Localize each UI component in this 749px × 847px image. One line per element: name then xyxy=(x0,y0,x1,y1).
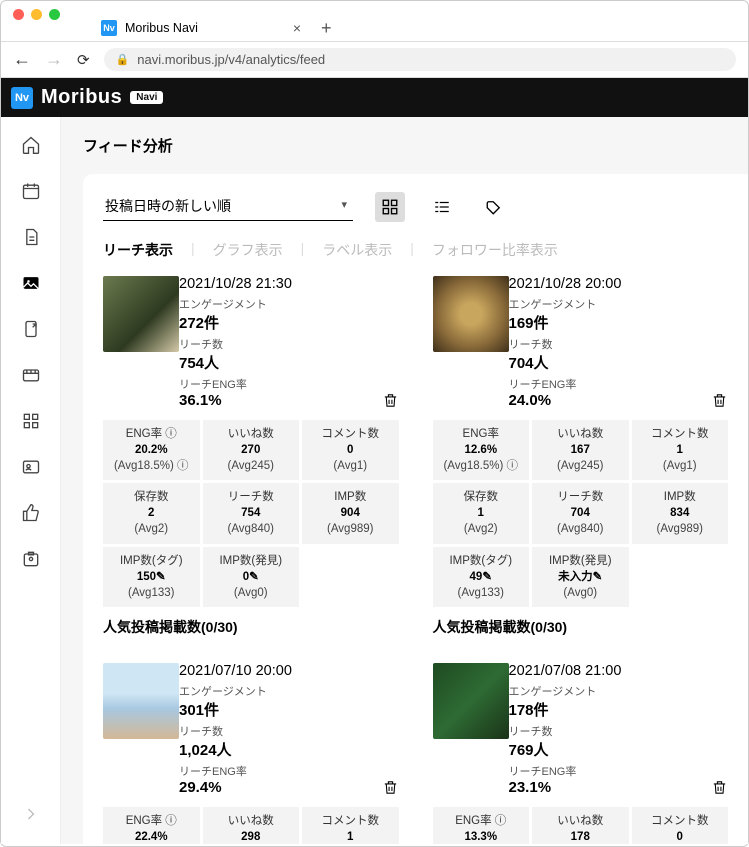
stat-cell: ENG率12.6%(Avg18.5%) ⓘ xyxy=(433,420,530,480)
stat-cell: コメント数0(Avg1) xyxy=(302,420,399,480)
feed-card: 2021/10/28 20:00エンゲージメント169件リーチ数704人リーチE… xyxy=(433,276,729,637)
post-thumbnail[interactable] xyxy=(433,276,509,352)
stat-cell: ENG率 ⓘ22.4%(Avg18.5%) ⓘ xyxy=(103,807,200,844)
stat-cell: 保存数2(Avg2) xyxy=(103,483,200,543)
feed-card: 2021/07/10 20:00エンゲージメント301件リーチ数1,024人リー… xyxy=(103,663,399,844)
calendar-icon[interactable] xyxy=(21,181,41,201)
brand-logo-icon: Nv xyxy=(11,87,33,109)
post-date: 2021/07/08 21:00 xyxy=(509,663,712,679)
post-date: 2021/10/28 20:00 xyxy=(509,276,712,292)
close-window[interactable] xyxy=(13,9,24,20)
delete-icon[interactable] xyxy=(711,779,728,799)
tab-label[interactable]: ラベル表示 xyxy=(322,236,392,264)
post-thumbnail[interactable] xyxy=(103,276,179,352)
grid-icon[interactable] xyxy=(21,411,41,431)
delete-icon[interactable] xyxy=(711,392,728,412)
feed-card: 2021/07/08 21:00エンゲージメント178件リーチ数769人リーチE… xyxy=(433,663,729,844)
stat-cell: いいね数270(Avg245) xyxy=(203,420,300,480)
browser-tab[interactable]: Nv Moribus Navi × xyxy=(91,15,311,41)
tab-follower[interactable]: フォロワー比率表示 xyxy=(432,236,558,264)
stat-cell: IMP数904(Avg989) xyxy=(302,483,399,543)
brand-name: Moribus xyxy=(41,86,122,109)
back-button[interactable]: ← xyxy=(13,49,31,70)
expand-sidebar-icon[interactable] xyxy=(21,804,41,824)
tab-reach[interactable]: リーチ表示 xyxy=(103,236,173,264)
post-meta: 2021/07/08 21:00エンゲージメント178件リーチ数769人リーチE… xyxy=(509,663,712,799)
close-tab-icon[interactable]: × xyxy=(293,20,301,36)
sort-select[interactable]: 投稿日時の新しい順 xyxy=(103,194,353,221)
stat-cell: リーチ数704(Avg840) xyxy=(532,483,629,543)
stat-cell: ENG率 ⓘ20.2%(Avg18.5%) ⓘ xyxy=(103,420,200,480)
brand-badge: Navi xyxy=(130,91,163,104)
tab-separator: | xyxy=(173,236,213,264)
tab-title: Moribus Navi xyxy=(125,21,198,35)
tab-graph[interactable]: グラフ表示 xyxy=(213,236,283,264)
stats-grid: ENG率 ⓘ13.3%(Avg18.5%) ⓘいいね数178(Avg245)コメ… xyxy=(433,807,729,844)
video-icon[interactable] xyxy=(21,365,41,385)
maximize-window[interactable] xyxy=(49,9,60,20)
post-meta: 2021/10/28 21:30エンゲージメント272件リーチ数754人リーチE… xyxy=(179,276,382,412)
address-bar: ← → ⟳ 🔒 navi.moribus.jp/v4/analytics/fee… xyxy=(1,41,748,78)
app-header: Nv Moribus Navi xyxy=(1,78,748,117)
user-card-icon[interactable] xyxy=(21,457,41,477)
panel: 投稿日時の新しい順 リーチ表示 | グラフ表示 | ラベル表示 | フォロワー比… xyxy=(83,174,748,844)
document-icon[interactable] xyxy=(21,227,41,247)
post-meta: 2021/10/28 20:00エンゲージメント169件リーチ数704人リーチE… xyxy=(509,276,712,412)
favicon-icon: Nv xyxy=(101,20,117,36)
minimize-window[interactable] xyxy=(31,9,42,20)
stat-cell: いいね数298(Avg245) xyxy=(203,807,300,844)
post-date: 2021/07/10 20:00 xyxy=(179,663,382,679)
stats-grid: ENG率 ⓘ22.4%(Avg18.5%) ⓘいいね数298(Avg245)コメ… xyxy=(103,807,399,844)
sidebar xyxy=(1,117,61,844)
post-meta: 2021/07/10 20:00エンゲージメント301件リーチ数1,024人リー… xyxy=(179,663,382,799)
main-content: フィード分析 投稿日時の新しい順 リーチ表示 | グラフ表示 | ラベル表示 | xyxy=(61,117,748,844)
stat-cell: コメント数0(Avg1) xyxy=(632,807,729,844)
page-title: フィード分析 xyxy=(83,135,748,156)
delete-icon[interactable] xyxy=(382,392,399,412)
stat-cell: IMP数834(Avg989) xyxy=(632,483,729,543)
stat-cell: いいね数178(Avg245) xyxy=(532,807,629,844)
stat-cell: 保存数1(Avg2) xyxy=(433,483,530,543)
sort-dropdown[interactable]: 投稿日時の新しい順 xyxy=(103,194,353,221)
stat-cell: IMP数(発見)0✎(Avg0) xyxy=(203,547,300,607)
tab-separator: | xyxy=(283,236,323,264)
forward-button[interactable]: → xyxy=(45,49,63,70)
thumbs-up-icon[interactable] xyxy=(21,503,41,523)
stats-grid: ENG率 ⓘ20.2%(Avg18.5%) ⓘいいね数270(Avg245)コメ… xyxy=(103,420,399,607)
tab-separator: | xyxy=(392,236,432,264)
window-controls xyxy=(1,1,748,11)
new-tab-button[interactable]: + xyxy=(321,18,332,39)
stat-cell: リーチ数754(Avg840) xyxy=(203,483,300,543)
post-thumbnail[interactable] xyxy=(433,663,509,739)
tag-view-button[interactable] xyxy=(479,192,509,222)
lock-icon: 🔒 xyxy=(116,53,130,66)
badge-icon[interactable] xyxy=(21,549,41,569)
home-icon[interactable] xyxy=(21,135,41,155)
stat-cell: IMP数(タグ)150✎(Avg133) xyxy=(103,547,200,607)
list-view-button[interactable] xyxy=(427,192,457,222)
url-text: navi.moribus.jp/v4/analytics/feed xyxy=(137,52,325,67)
stats-grid: ENG率12.6%(Avg18.5%) ⓘいいね数167(Avg245)コメント… xyxy=(433,420,729,607)
stat-cell: IMP数(タグ)49✎(Avg133) xyxy=(433,547,530,607)
url-input[interactable]: 🔒 navi.moribus.jp/v4/analytics/feed xyxy=(104,48,736,71)
popular-count: 人気投稿掲載数(0/30) xyxy=(433,617,729,637)
stat-cell: IMP数(発見)未入力✎(Avg0) xyxy=(532,547,629,607)
display-tabs: リーチ表示 | グラフ表示 | ラベル表示 | フォロワー比率表示 xyxy=(103,236,728,264)
post-thumbnail[interactable] xyxy=(103,663,179,739)
feed-card: 2021/10/28 21:30エンゲージメント272件リーチ数754人リーチE… xyxy=(103,276,399,637)
stat-cell: コメント数1(Avg1) xyxy=(302,807,399,844)
browser-tab-strip: Nv Moribus Navi × + xyxy=(1,11,748,41)
reload-button[interactable]: ⟳ xyxy=(77,51,90,69)
stat-cell: いいね数167(Avg245) xyxy=(532,420,629,480)
phone-out-icon[interactable] xyxy=(21,319,41,339)
stat-cell: ENG率 ⓘ13.3%(Avg18.5%) ⓘ xyxy=(433,807,530,844)
delete-icon[interactable] xyxy=(382,779,399,799)
post-date: 2021/10/28 21:30 xyxy=(179,276,382,292)
image-icon[interactable] xyxy=(21,273,41,293)
popular-count: 人気投稿掲載数(0/30) xyxy=(103,617,399,637)
grid-view-button[interactable] xyxy=(375,192,405,222)
stat-cell: コメント数1(Avg1) xyxy=(632,420,729,480)
